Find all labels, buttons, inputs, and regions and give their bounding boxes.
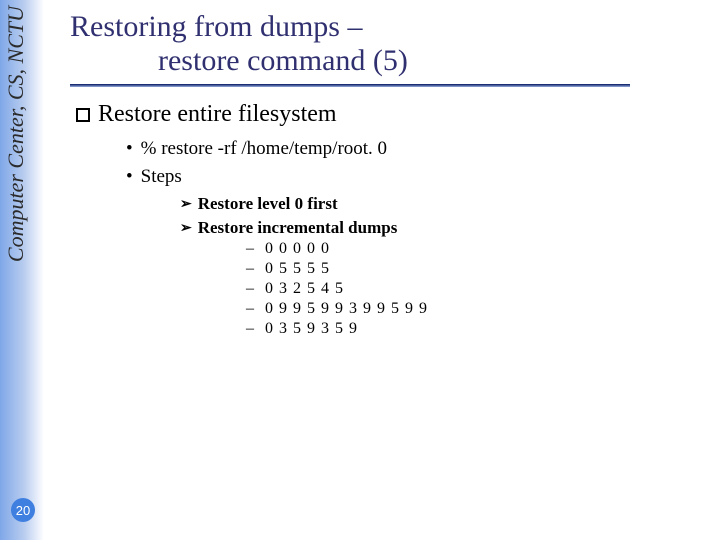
dash-bullet-icon: – [246,240,255,257]
dot-bullet-icon: • [126,166,133,187]
sequence-c: –0 3 2 5 4 5 [246,280,700,298]
step-item-1-text: Restore level 0 first [198,194,338,213]
section-heading-text: Restore entire filesystem [98,101,337,127]
title-line-1: Restoring from dumps – [70,10,700,44]
sidebar-label: Computer Center, CS, NCTU [3,6,29,262]
step-item-2-text: Restore incremental dumps [198,218,398,237]
dash-bullet-icon: – [246,320,255,337]
dash-bullet-icon: – [246,260,255,277]
bullet-command: • % restore -rf /home/temp/root. 0 [126,138,700,160]
dash-bullet-icon: – [246,280,255,297]
sequence-d-text: 0 9 9 5 9 9 3 9 9 5 9 9 [265,300,428,317]
page-number-badge: 20 [11,498,35,522]
arrow-bullet-icon: ➢ [180,197,192,212]
arrow-bullet-icon: ➢ [180,221,192,236]
sequence-a: –0 0 0 0 0 [246,240,700,258]
step-item-2: ➢ Restore incremental dumps [180,218,700,238]
sequence-b-text: 0 5 5 5 5 [265,260,330,277]
step-item-1: ➢ Restore level 0 first [180,194,700,214]
sequence-e: –0 3 5 9 3 5 9 [246,320,700,338]
square-bullet-icon [76,108,90,122]
sequence-e-text: 0 3 5 9 3 5 9 [265,320,358,337]
dash-bullet-icon: – [246,300,255,317]
sequence-b: –0 5 5 5 5 [246,260,700,278]
bullet-steps-text: Steps [141,166,182,187]
bullet-command-text: % restore -rf /home/temp/root. 0 [141,138,387,159]
dot-bullet-icon: • [126,138,133,159]
sequence-d: –0 9 9 5 9 9 3 9 9 5 9 9 [246,300,700,318]
slide: Computer Center, CS, NCTU 20 Restoring f… [0,0,720,540]
title-divider [70,84,630,87]
section-heading: Restore entire filesystem [76,101,700,128]
slide-title: Restoring from dumps – restore command (… [70,10,700,78]
sequence-a-text: 0 0 0 0 0 [265,240,330,257]
title-line-2: restore command (5) [70,44,700,78]
content: Restoring from dumps – restore command (… [70,10,700,340]
sequence-c-text: 0 3 2 5 4 5 [265,280,344,297]
bullet-steps: • Steps [126,166,700,188]
sidebar: Computer Center, CS, NCTU [0,0,44,540]
